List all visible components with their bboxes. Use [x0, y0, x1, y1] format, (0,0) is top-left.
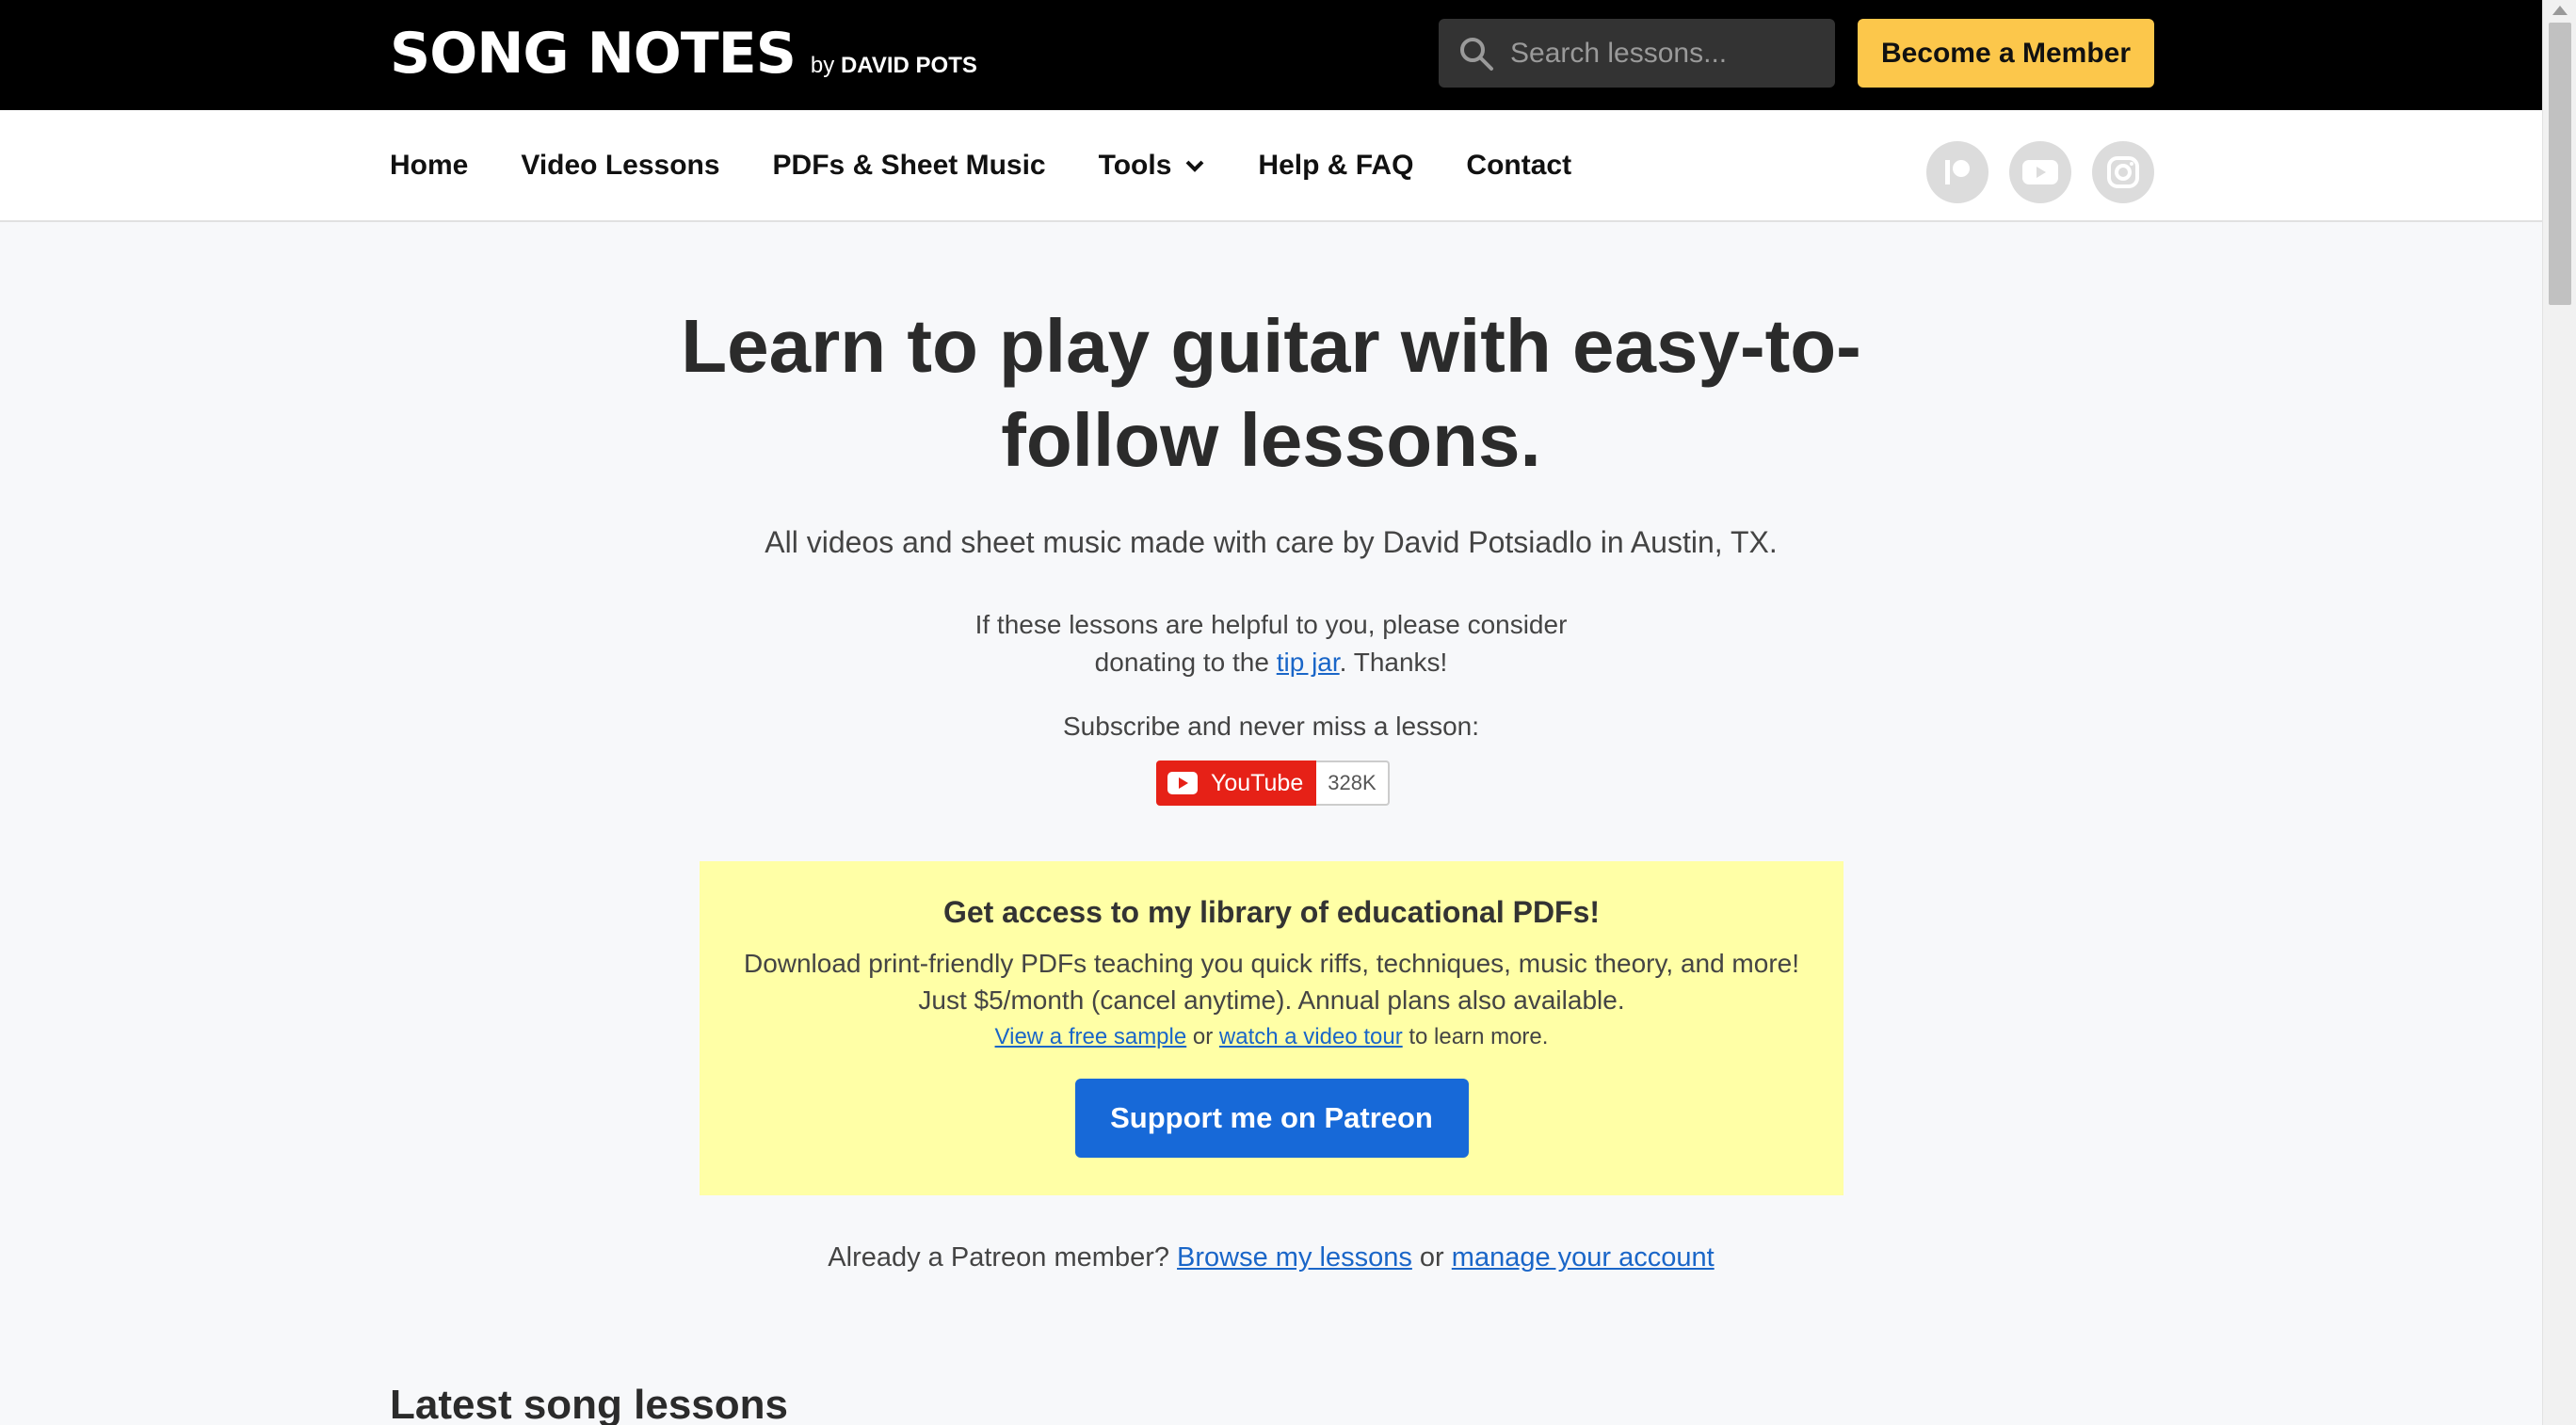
tip-jar-link[interactable]: tip jar: [1277, 648, 1340, 677]
become-member-button[interactable]: Become a Member: [1858, 19, 2154, 88]
search-icon: [1460, 37, 1493, 71]
browse-lessons-link[interactable]: Browse my lessons: [1177, 1242, 1412, 1273]
nav-help-faq[interactable]: Help & FAQ: [1258, 150, 1413, 182]
main-nav: Home Video Lessons PDFs & Sheet Music To…: [0, 110, 2542, 222]
pdf-library-promo: Get access to my library of educational …: [700, 861, 1843, 1195]
site-header: SONG NOTES by DAVID POTS Become a Member: [0, 0, 2542, 110]
nav-tools-label: Tools: [1098, 149, 1172, 181]
subscriber-count: 328K: [1316, 761, 1390, 806]
support-patreon-button[interactable]: Support me on Patreon: [1074, 1079, 1469, 1158]
hero-subtitle: All videos and sheet music made with car…: [765, 525, 1778, 559]
promo-title: Get access to my library of educational …: [942, 895, 1601, 929]
brand-byline: by DAVID POTS: [810, 53, 977, 78]
promo-body: Download print-friendly PDFs teaching yo…: [743, 949, 1800, 1015]
patreon-link[interactable]: [1926, 141, 1988, 203]
nav-contact[interactable]: Contact: [1466, 150, 1571, 182]
promo-links: View a free sample or watch a video tour…: [994, 1024, 1549, 1049]
nav-pdfs-sheet-music[interactable]: PDFs & Sheet Music: [773, 150, 1046, 182]
manage-account-link[interactable]: manage your account: [1452, 1242, 1715, 1273]
video-tour-link[interactable]: watch a video tour: [1219, 1024, 1403, 1049]
instagram-icon: [2107, 156, 2139, 188]
tip-jar-text: If these lessons are helpful to you, ple…: [974, 610, 1568, 677]
chevron-down-icon: [1185, 160, 1204, 172]
latest-lessons-heading: Latest song lessons: [390, 1382, 789, 1425]
patreon-member-text: Already a Patreon member? Browse my less…: [828, 1242, 1715, 1273]
youtube-subscribe-widget[interactable]: YouTube 328K: [1156, 761, 1390, 806]
free-sample-link[interactable]: View a free sample: [995, 1024, 1187, 1049]
youtube-logo-icon: [1167, 772, 1198, 794]
scroll-up-arrow-icon[interactable]: [2552, 6, 2568, 15]
scrollbar[interactable]: [2542, 0, 2576, 1425]
page-title: Learn to play guitar with easy-to-follow…: [681, 304, 1861, 482]
youtube-icon: [2022, 160, 2058, 184]
subscribe-text: Subscribe and never miss a lesson:: [1063, 712, 1479, 741]
youtube-subscribe-button[interactable]: YouTube: [1156, 761, 1317, 806]
nav-video-lessons[interactable]: Video Lessons: [521, 150, 719, 182]
search-input[interactable]: [1510, 37, 1821, 70]
instagram-link[interactable]: [2092, 141, 2154, 203]
nav-tools[interactable]: Tools: [1099, 150, 1206, 182]
patreon-icon: [1945, 160, 1970, 184]
youtube-link[interactable]: [2009, 141, 2071, 203]
youtube-label: YouTube: [1211, 769, 1304, 796]
search-box[interactable]: [1439, 19, 1835, 88]
nav-home[interactable]: Home: [390, 150, 468, 182]
site-logo[interactable]: SONG NOTES by DAVID POTS: [390, 21, 977, 87]
brand-title: SONG NOTES: [390, 21, 797, 87]
scrollbar-thumb[interactable]: [2549, 23, 2571, 305]
